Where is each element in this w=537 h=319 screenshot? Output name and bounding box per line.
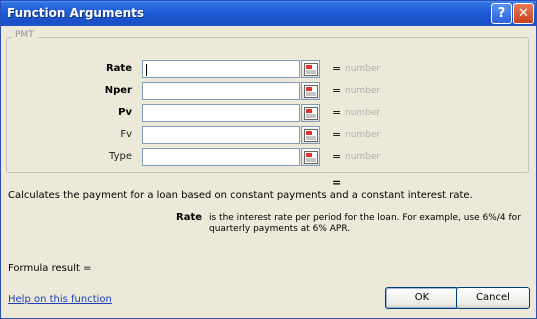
argument-row-nper: Nper = number	[0, 82, 537, 101]
function-name-label: PMT	[12, 30, 37, 40]
dialog-title: Function Arguments	[7, 6, 145, 20]
collapse-dialog-icon[interactable]	[301, 126, 320, 144]
type-input[interactable]	[142, 148, 300, 166]
equals-sign: =	[332, 150, 342, 163]
argument-row-fv: Fv = number	[0, 126, 537, 145]
collapse-dialog-icon[interactable]	[301, 60, 320, 78]
argument-label: Fv	[120, 129, 132, 140]
argument-row-rate: Rate = number	[0, 60, 537, 79]
argument-value-hint: number	[345, 86, 381, 96]
fv-input[interactable]	[142, 126, 300, 144]
ok-button[interactable]: OK	[385, 287, 459, 309]
equals-sign: =	[332, 128, 342, 141]
argument-label: Type	[109, 151, 132, 162]
function-description: Calculates the payment for a loan based …	[8, 190, 473, 201]
title-bar[interactable]: Function Arguments ? ✕	[1, 1, 536, 26]
argument-label: Nper	[104, 85, 132, 96]
cancel-button[interactable]: Cancel	[456, 287, 530, 309]
argument-value-hint: number	[345, 64, 381, 74]
argument-row-pv: Pv = number	[0, 104, 537, 123]
formula-result: Formula result =	[8, 263, 92, 274]
nper-input[interactable]	[142, 82, 300, 100]
argument-label: Pv	[118, 107, 132, 118]
equals-sign: =	[332, 84, 342, 97]
equals-sign: =	[332, 62, 342, 75]
pv-input[interactable]	[142, 104, 300, 122]
argument-description-name: Rate	[176, 212, 203, 223]
collapse-dialog-icon[interactable]	[301, 148, 320, 166]
collapse-dialog-icon[interactable]	[301, 82, 320, 100]
argument-label: Rate	[105, 63, 132, 74]
argument-row-type: Type = number	[0, 148, 537, 167]
equals-sign: =	[332, 106, 342, 119]
help-on-function-link[interactable]: Help on this function	[8, 294, 112, 305]
help-icon[interactable]: ?	[491, 3, 512, 24]
argument-value-hint: number	[345, 152, 381, 162]
argument-value-hint: number	[345, 130, 381, 140]
argument-value-hint: number	[345, 108, 381, 118]
argument-description-text: is the interest rate per period for the …	[209, 213, 521, 234]
function-result-equals: =	[332, 176, 342, 189]
collapse-dialog-icon[interactable]	[301, 104, 320, 122]
rate-input[interactable]	[142, 60, 300, 78]
close-icon[interactable]: ✕	[513, 3, 534, 24]
text-cursor	[146, 64, 147, 76]
